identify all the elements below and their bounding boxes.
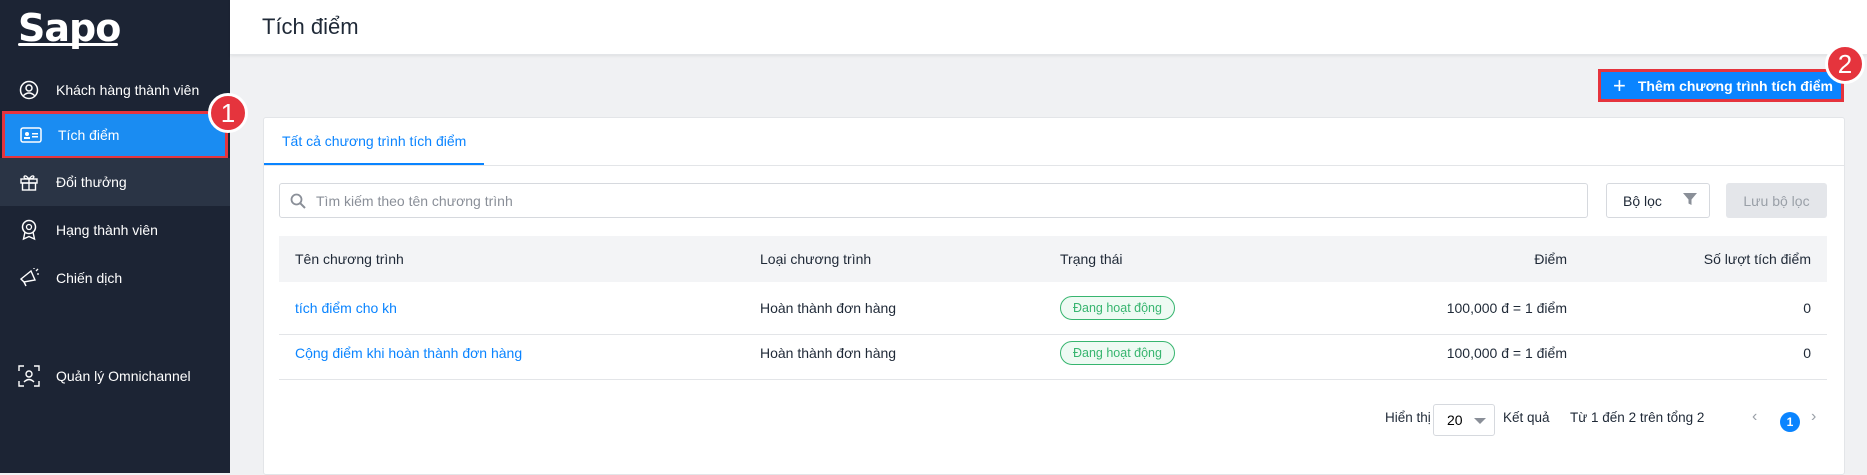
user-circle-icon [17,78,41,102]
plus-icon: + [1613,72,1626,98]
sidebar-item-label: Hạng thành viên [56,222,158,238]
megaphone-icon [17,266,41,290]
add-program-label: Thêm chương trình tích điểm [1637,77,1833,94]
save-filter-button[interactable]: Lưu bộ lọc [1726,183,1827,218]
program-type: Hoàn thành đơn hàng [760,345,897,361]
callout-badge-2: 2 [1825,44,1865,84]
filter-label: Bộ lọc [1623,192,1662,209]
sidebar-item-label: Khách hàng thành viên [56,82,200,98]
sidebar-item-label: Quản lý Omnichannel [56,368,191,384]
program-name-link[interactable]: Cộng điểm khi hoàn thành đơn hàng [295,345,522,361]
status-badge: Đang hoạt động [1060,296,1175,320]
programs-card: Tất cả chương trình tích điểm Bộ lọc Lưu… [263,117,1845,475]
sidebar-item-label: Tích điểm [58,127,120,143]
tab-bar: Tất cả chương trình tích điểm [264,118,1844,166]
table-header: Tên chương trình Loại chương trình Trạng… [279,236,1827,282]
sidebar-item-label: Chiến dịch [56,270,123,286]
sidebar-item-label: Đổi thưởng [56,174,127,190]
id-card-icon [19,123,43,147]
page-size-label: Hiển thị [1385,410,1431,425]
next-page-icon[interactable]: › [1811,408,1816,426]
page-size-value: 20 [1447,412,1463,428]
program-points: 100,000 đ = 1 điểm [1446,345,1567,361]
logo-underline [18,43,118,46]
search-icon [290,193,306,209]
sidebar-item-doi-thuong[interactable]: Đổi thưởng [0,158,230,206]
gift-icon [17,170,41,194]
results-label: Kết quả [1503,410,1550,425]
sidebar-item-khach-hang[interactable]: Khách hàng thành viên [0,66,230,114]
program-count: 0 [1803,345,1811,361]
omnichannel-icon [17,364,41,388]
page-title: Tích điểm [262,14,359,39]
prev-page-icon[interactable]: ‹ [1752,408,1757,426]
medal-icon [17,218,41,242]
column-header-count[interactable]: Số lượt tích điểm [1704,251,1811,267]
program-count: 0 [1803,300,1811,316]
top-header: Tích điểm [230,0,1867,55]
program-name-link[interactable]: tích điểm cho kh [295,300,397,316]
status-badge: Đang hoạt động [1060,341,1175,365]
filter-button[interactable]: Bộ lọc [1606,183,1710,218]
column-header-type[interactable]: Loại chương trình [760,251,871,267]
program-points: 100,000 đ = 1 điểm [1446,300,1567,316]
column-header-name[interactable]: Tên chương trình [295,251,404,267]
search-input[interactable] [314,191,1568,210]
callout-badge-1: 1 [208,93,248,133]
column-header-status[interactable]: Trạng thái [1060,251,1123,267]
page-size-select[interactable]: 20 [1433,404,1495,436]
table-row[interactable]: Cộng điểm khi hoàn thành đơn hàng Hoàn t… [279,327,1827,380]
page-number-current[interactable]: 1 [1780,412,1800,432]
tab-all-programs[interactable]: Tất cả chương trình tích điểm [264,118,485,165]
sidebar: Sapo Khách hàng thành viên Tích điểm Đổi… [0,0,230,473]
sidebar-item-hang-thanh-vien[interactable]: Hạng thành viên [0,206,230,254]
sidebar-item-chien-dich[interactable]: Chiến dịch [0,254,230,302]
sidebar-item-tich-diem[interactable]: Tích điểm [2,111,228,159]
search-box[interactable] [279,183,1588,218]
column-header-points[interactable]: Điểm [1534,251,1567,267]
sidebar-item-omnichannel[interactable]: Quản lý Omnichannel [0,352,230,400]
add-program-button[interactable]: + Thêm chương trình tích điểm [1598,69,1844,102]
dropdown-arrow-icon [1474,418,1486,424]
funnel-icon [1682,191,1698,210]
program-type: Hoàn thành đơn hàng [760,300,897,316]
pagination-range: Từ 1 đến 2 trên tổng 2 [1570,410,1705,425]
